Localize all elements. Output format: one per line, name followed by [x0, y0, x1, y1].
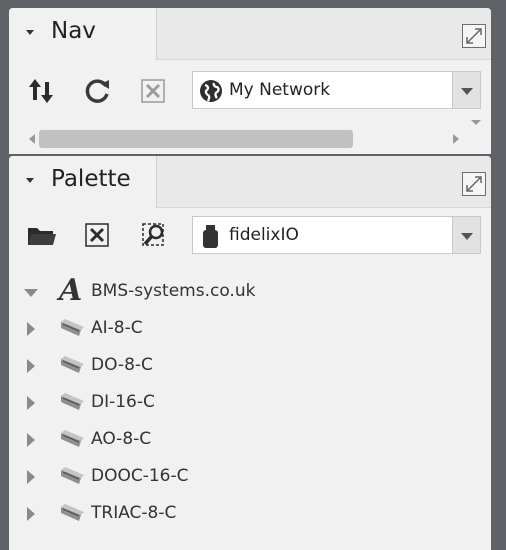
- palette-tab[interactable]: Palette: [9, 156, 157, 208]
- tree-item[interactable]: DO-8-C: [9, 348, 491, 384]
- jar-icon: [199, 224, 223, 254]
- io-module-icon: [59, 353, 85, 381]
- tree-item[interactable]: AO-8-C: [9, 422, 491, 458]
- palette-select-value: fidelixIO: [229, 225, 299, 245]
- maximize-icon[interactable]: [462, 24, 486, 48]
- nav-title: Nav: [51, 18, 96, 44]
- nav-select-value: My Network: [229, 80, 331, 100]
- io-module-icon: [59, 427, 85, 455]
- tree-item-label: DI-16-C: [91, 392, 155, 412]
- tree-item[interactable]: DI-16-C: [9, 385, 491, 421]
- maximize-icon[interactable]: [462, 172, 486, 196]
- horizontal-scrollbar[interactable]: [29, 130, 459, 148]
- collapse-caret-icon[interactable]: [26, 30, 34, 35]
- expand-arrow-icon[interactable]: [27, 507, 35, 521]
- search-icon[interactable]: [137, 218, 171, 252]
- scroll-left-icon[interactable]: [29, 134, 35, 144]
- tree-root-label: BMS-systems.co.uk: [91, 281, 256, 301]
- tree-item[interactable]: DOOC-16-C: [9, 459, 491, 495]
- collapse-caret-icon[interactable]: [26, 178, 34, 183]
- palette-title: Palette: [51, 166, 131, 192]
- tree-item-label: AO-8-C: [91, 429, 152, 449]
- tree-item[interactable]: TRIAC-8-C: [9, 496, 491, 532]
- nav-network-select[interactable]: My Network: [192, 71, 481, 109]
- expand-arrow-icon[interactable]: [24, 289, 38, 297]
- chevron-down-icon[interactable]: [452, 217, 480, 253]
- close-icon[interactable]: [81, 218, 115, 252]
- refresh-icon[interactable]: [81, 74, 115, 108]
- io-module-icon: [59, 501, 85, 529]
- expand-arrow-icon[interactable]: [27, 433, 35, 447]
- expand-arrow-icon[interactable]: [27, 470, 35, 484]
- io-module-icon: [59, 316, 85, 344]
- tree-item[interactable]: AI-8-C: [9, 311, 491, 347]
- expand-arrow-icon[interactable]: [27, 322, 35, 336]
- io-module-icon: [59, 390, 85, 418]
- module-root-icon: A: [59, 273, 83, 308]
- nav-panel: Nav My Network: [9, 8, 491, 154]
- close-icon[interactable]: [137, 74, 171, 108]
- tree-item-label: DO-8-C: [91, 355, 153, 375]
- tree-item-label: DOOC-16-C: [91, 466, 189, 486]
- scroll-down-icon[interactable]: [471, 120, 481, 125]
- palette-module-select[interactable]: fidelixIO: [192, 216, 481, 254]
- io-module-icon: [59, 464, 85, 492]
- expand-arrow-icon[interactable]: [27, 396, 35, 410]
- scroll-thumb[interactable]: [39, 130, 353, 148]
- scroll-right-icon[interactable]: [453, 134, 459, 144]
- tree-item-label: AI-8-C: [91, 318, 143, 338]
- open-folder-icon[interactable]: [25, 218, 59, 252]
- expand-arrow-icon[interactable]: [27, 359, 35, 373]
- nav-tab[interactable]: Nav: [9, 8, 157, 60]
- sync-icon[interactable]: [25, 74, 59, 108]
- palette-panel: Palette fidelixIO A BMS-systems.co.uk AI…: [9, 156, 491, 550]
- chevron-down-icon[interactable]: [452, 72, 480, 108]
- nav-tabbar: Nav: [9, 8, 491, 60]
- globe-icon: [199, 79, 223, 107]
- palette-tabbar: Palette: [9, 156, 491, 208]
- tree-root-row[interactable]: A BMS-systems.co.uk: [9, 273, 491, 310]
- tree-item-label: TRIAC-8-C: [91, 503, 177, 523]
